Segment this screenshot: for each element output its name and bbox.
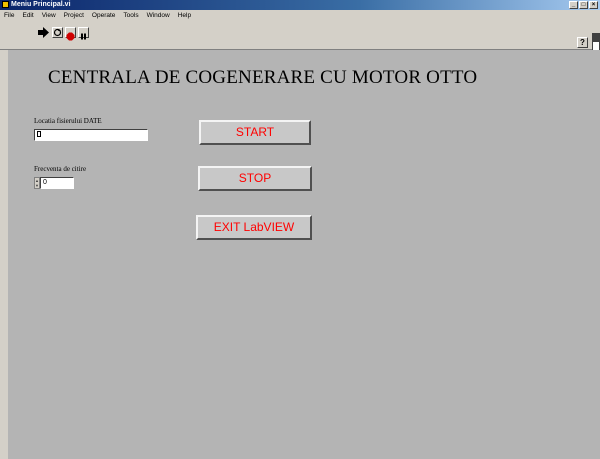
title-bar[interactable]: Meniu Principal.vi _ □ × — [0, 0, 600, 10]
toolbar: ? — [0, 21, 600, 55]
menu-tools[interactable]: Tools — [119, 10, 142, 21]
maximize-button[interactable]: □ — [579, 1, 588, 9]
path-browse-icon[interactable] — [37, 131, 41, 138]
frequency-label: Frecventa de citire — [34, 165, 87, 173]
menu-project[interactable]: Project — [60, 10, 88, 21]
labview-window: Meniu Principal.vi _ □ × File Edit View … — [0, 0, 600, 459]
run-continuously-icon[interactable] — [52, 27, 63, 38]
menu-window[interactable]: Window — [143, 10, 174, 21]
window-title: Meniu Principal.vi — [11, 1, 71, 8]
stop-button[interactable]: STOP — [198, 166, 312, 191]
exit-labview-button[interactable]: EXIT LabVIEW — [196, 215, 312, 240]
file-path-label: Locatia fisierului DATE — [34, 117, 102, 125]
panel-title: CENTRALA DE COGENERARE CU MOTOR OTTO — [48, 67, 478, 88]
abort-execution-icon[interactable] — [65, 27, 76, 41]
labview-app-icon — [2, 1, 9, 8]
window-controls: _ □ × — [569, 1, 598, 9]
file-path-control[interactable] — [34, 129, 148, 141]
menu-file[interactable]: File — [0, 10, 18, 21]
menu-edit[interactable]: Edit — [18, 10, 37, 21]
start-button[interactable]: START — [199, 120, 311, 145]
front-panel: CENTRALA DE COGENERARE CU MOTOR OTTO Loc… — [8, 50, 600, 459]
menu-bar: File Edit View Project Operate Tools Win… — [0, 10, 600, 21]
menu-operate[interactable]: Operate — [88, 10, 120, 21]
frequency-input[interactable]: 0 — [40, 177, 74, 189]
run-arrow-icon[interactable] — [38, 27, 49, 38]
pause-icon[interactable] — [78, 27, 89, 40]
context-help-button[interactable]: ? — [577, 37, 588, 48]
menu-help[interactable]: Help — [174, 10, 195, 21]
menu-view[interactable]: View — [38, 10, 60, 21]
frequency-numeric-control: ▲ ▼ 0 — [34, 177, 74, 189]
minimize-button[interactable]: _ — [569, 1, 578, 9]
close-button[interactable]: × — [589, 1, 598, 9]
